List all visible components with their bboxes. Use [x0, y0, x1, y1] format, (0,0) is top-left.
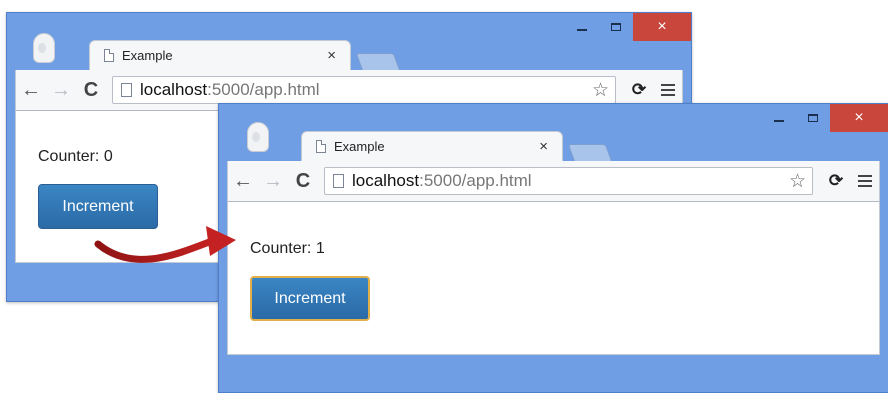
minimize-icon	[774, 120, 784, 122]
reload-icon[interactable]: C	[76, 79, 106, 102]
tab-example[interactable]: Example ×	[301, 131, 563, 161]
minimize-button[interactable]	[762, 104, 796, 132]
maximize-button[interactable]	[796, 104, 830, 132]
back-icon[interactable]: ←	[16, 79, 46, 102]
url-host: localhost	[352, 171, 420, 190]
new-tab-button[interactable]	[567, 144, 613, 162]
address-bar[interactable]: localhost :5000/app.html ☆	[112, 76, 616, 104]
browser-window-after: × Example × ← → C localhost :5000/app.ht…	[218, 103, 888, 393]
new-tab-button[interactable]	[355, 53, 401, 71]
page-icon	[121, 83, 132, 97]
url-host: localhost	[140, 80, 208, 99]
page-content: Counter: 1 Increment	[227, 201, 880, 355]
tab-close-icon[interactable]: ×	[327, 47, 336, 64]
bookmark-star-icon[interactable]: ☆	[592, 79, 609, 102]
menu-icon[interactable]	[851, 175, 879, 187]
maximize-icon	[808, 114, 818, 122]
counter-text: Counter: 1	[250, 240, 325, 257]
transition-arrow-icon	[94, 226, 236, 263]
back-icon[interactable]: ←	[228, 170, 258, 193]
page-icon	[104, 49, 114, 62]
maximize-icon	[611, 23, 621, 31]
page-icon	[333, 174, 344, 188]
tab-example[interactable]: Example ×	[89, 40, 351, 70]
window-controls: ×	[762, 104, 888, 132]
address-bar[interactable]: localhost :5000/app.html ☆	[324, 167, 813, 195]
reload-icon[interactable]: C	[288, 170, 318, 193]
url-path: :5000/app.html	[419, 171, 532, 190]
close-window-button[interactable]: ×	[633, 13, 691, 41]
minimize-icon	[577, 29, 587, 31]
increment-button[interactable]: Increment	[250, 276, 370, 321]
maximize-button[interactable]	[599, 13, 633, 41]
tab-title: Example	[334, 139, 385, 154]
browser-toolbar: ← → C localhost :5000/app.html ☆ ⟳	[227, 161, 880, 201]
window-controls: ×	[565, 13, 691, 41]
url-path: :5000/app.html	[207, 80, 320, 99]
page-icon	[316, 140, 326, 153]
forward-icon[interactable]: →	[258, 170, 288, 193]
tab-title: Example	[122, 48, 173, 63]
bookmark-star-icon[interactable]: ☆	[789, 170, 806, 193]
profile-avatar-icon[interactable]	[247, 122, 269, 152]
minimize-button[interactable]	[565, 13, 599, 41]
menu-icon[interactable]	[654, 84, 682, 96]
extension-icon[interactable]: ⟳	[821, 171, 851, 191]
extension-icon[interactable]: ⟳	[624, 80, 654, 100]
profile-avatar-icon[interactable]	[33, 33, 55, 63]
tab-close-icon[interactable]: ×	[539, 138, 548, 155]
close-window-button[interactable]: ×	[830, 104, 888, 132]
counter-text: Counter: 0	[38, 148, 113, 165]
forward-icon[interactable]: →	[46, 79, 76, 102]
